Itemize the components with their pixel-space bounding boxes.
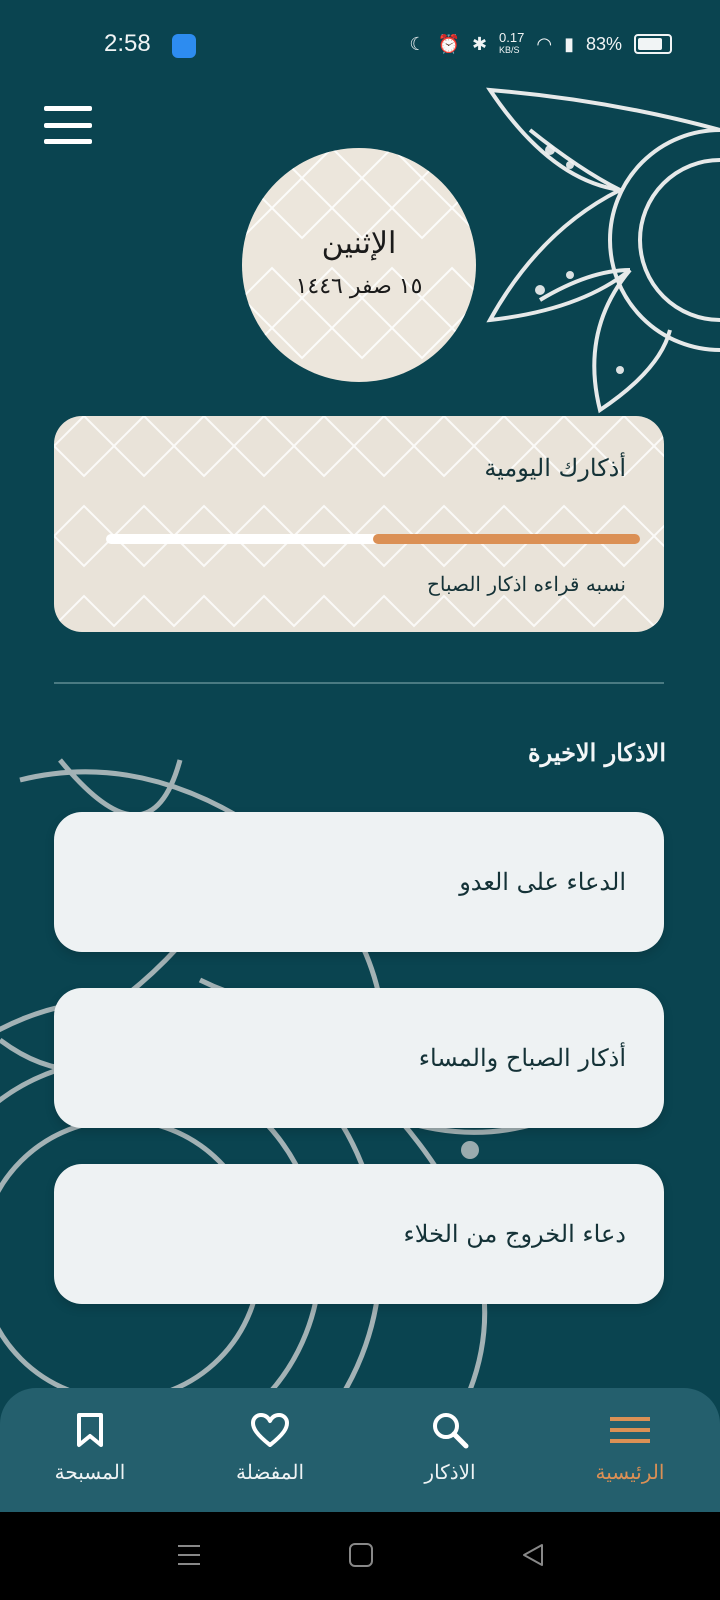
nav-label: الاذكار: [424, 1460, 476, 1484]
recent-item[interactable]: دعاء الخروج من الخلاء: [54, 1164, 664, 1304]
divider: [54, 682, 664, 684]
bluetooth-icon: ✱: [471, 33, 488, 54]
recent-adhkar-title: الاذكار الاخيرة: [528, 738, 666, 767]
nav-label: المفضلة: [235, 1460, 305, 1484]
status-bar: 2:58 ☾ ⏰ ✱ 0.17 KB/S ◠ ▮ 83%: [0, 0, 720, 92]
daily-adhkar-title: أذكارك اليومية: [484, 454, 626, 482]
recent-item[interactable]: الدعاء على العدو: [54, 812, 664, 952]
bookmark-icon: [70, 1410, 110, 1450]
recent-adhkar-list: الدعاء على العدو أذكار الصباح والمساء دع…: [54, 812, 664, 1340]
nav-label: المسبحة: [54, 1460, 126, 1484]
daily-adhkar-card[interactable]: أذكارك اليومية نسبه قراءه اذكار الصباح: [54, 416, 664, 632]
nav-favorites[interactable]: المفضلة: [180, 1388, 360, 1512]
alarm-icon: ⏰: [437, 33, 460, 54]
recent-apps-icon[interactable]: [176, 1542, 202, 1568]
mandala-decoration-top: [486, 87, 720, 414]
heart-icon: [250, 1410, 290, 1450]
search-icon: [430, 1410, 470, 1450]
android-app-icon: [172, 34, 196, 58]
date-circle: الإثنين ١٥ صفر ١٤٤٦: [242, 148, 476, 382]
recent-item-label: دعاء الخروج من الخلاء: [403, 1220, 627, 1248]
progress-track: [106, 534, 640, 544]
recent-item-label: أذكار الصباح والمساء: [418, 1044, 626, 1072]
menu-icon: [610, 1410, 650, 1450]
nav-adhkar[interactable]: الاذكار: [360, 1388, 540, 1512]
status-time: 2:58: [104, 30, 151, 57]
progress-caption: نسبه قراءه اذكار الصباح: [426, 572, 626, 596]
pattern-background: [54, 416, 664, 628]
back-icon[interactable]: [520, 1542, 546, 1568]
recent-item-label: الدعاء على العدو: [459, 868, 626, 896]
home-icon[interactable]: [348, 1542, 374, 1568]
recent-item[interactable]: أذكار الصباح والمساء: [54, 988, 664, 1128]
day-name: الإثنين: [321, 226, 397, 261]
nav-tasbih[interactable]: المسبحة: [0, 1388, 180, 1512]
pattern-background: [242, 148, 476, 360]
system-navigation-bar: [0, 1512, 720, 1600]
menu-button[interactable]: [44, 106, 92, 144]
wifi-icon: ◠: [536, 33, 553, 54]
status-icons: ☾ ⏰ ✱ 0.17 KB/S ◠ ▮ 83%: [409, 30, 672, 56]
battery-icon: [634, 34, 672, 54]
battery-percent: 83%: [585, 33, 622, 54]
signal-icon: ▮: [564, 33, 574, 54]
hijri-date: ١٥ صفر ١٤٤٦: [295, 274, 423, 299]
bottom-navigation: المسبحة المفضلة الاذكار الرئيسية: [0, 1388, 720, 1512]
nav-home[interactable]: الرئيسية: [540, 1388, 720, 1512]
nav-label: الرئيسية: [595, 1460, 665, 1484]
progress-fill: [373, 534, 640, 544]
net-speed: 0.17 KB/S: [499, 30, 525, 55]
moon-icon: ☾: [409, 33, 426, 54]
